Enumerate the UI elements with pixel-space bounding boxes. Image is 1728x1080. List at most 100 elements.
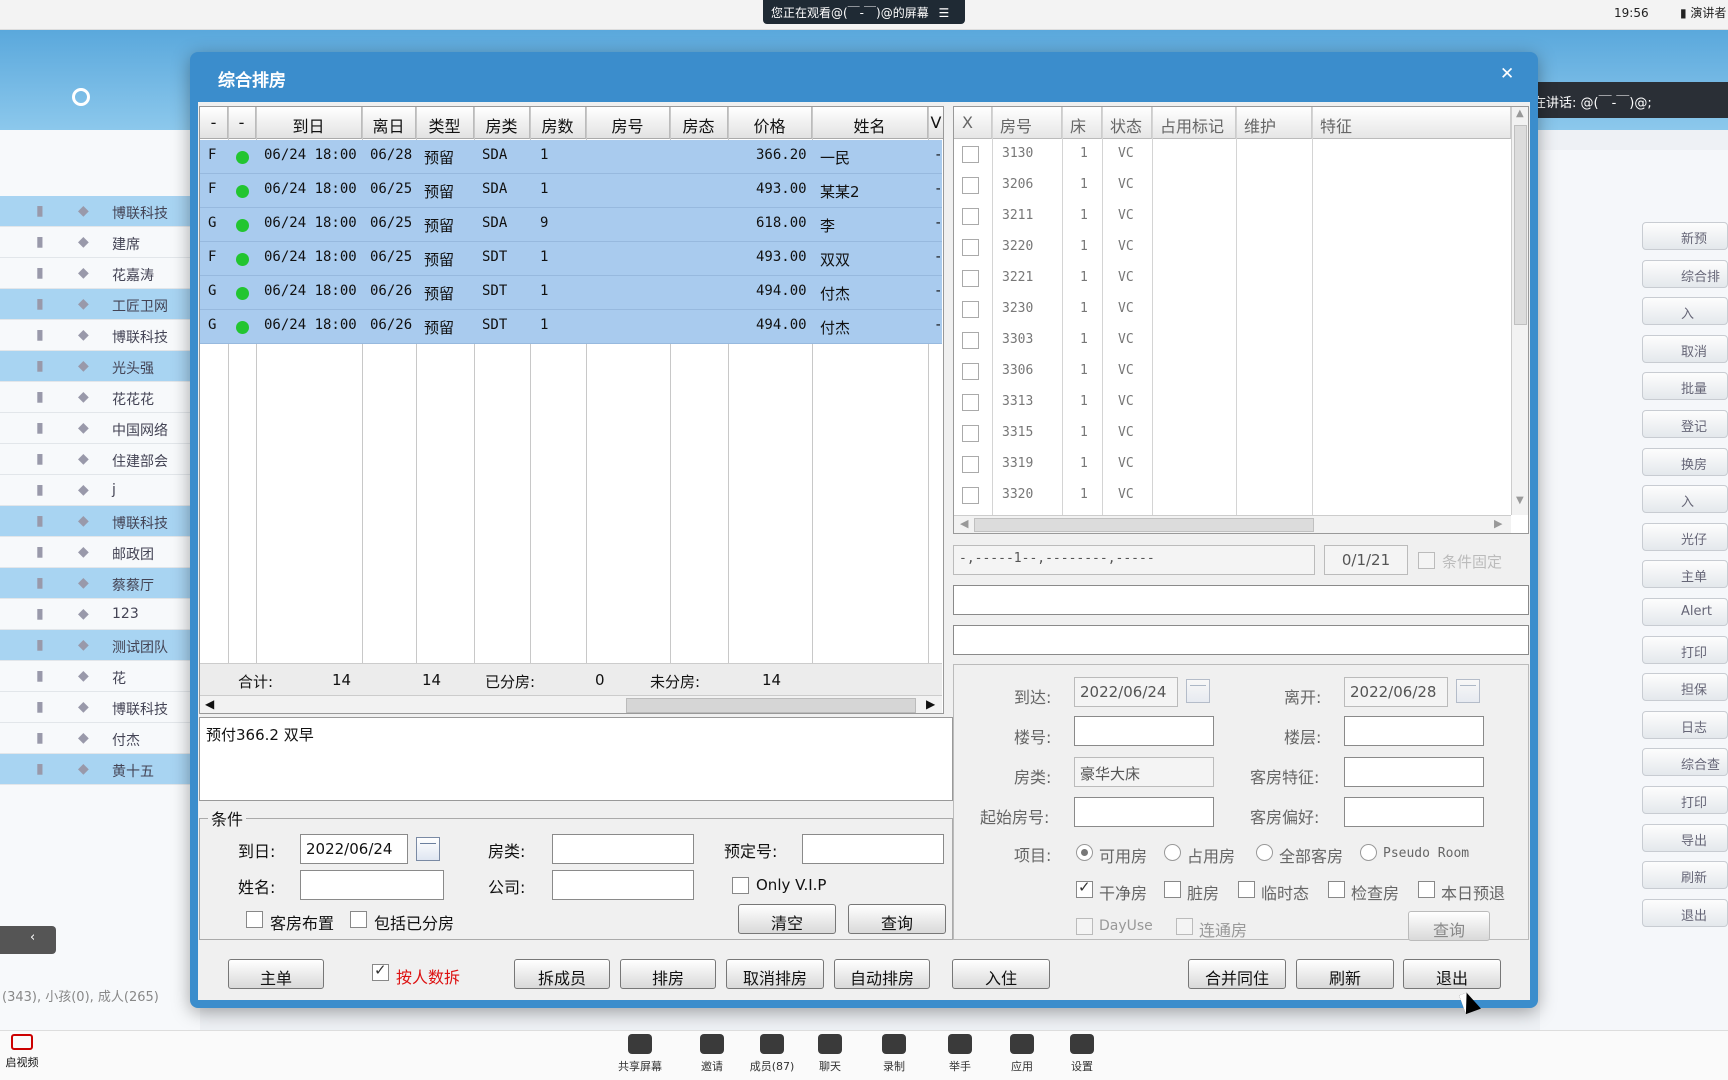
calendar-icon[interactable] xyxy=(416,837,440,861)
room-select-checkbox[interactable] xyxy=(962,146,979,163)
reservation-row[interactable]: F 06/24 18:00 06/28 预留 SDA 1 366.20 一民 - xyxy=(200,140,942,174)
item-radio[interactable] xyxy=(1360,844,1377,861)
background-list-row[interactable]: ▮ ◆ 建席 xyxy=(0,227,190,258)
preference-input[interactable] xyxy=(1344,797,1484,827)
room-select-checkbox[interactable] xyxy=(962,177,979,194)
room-column-header[interactable]: 特征 xyxy=(1312,107,1511,139)
room-select-checkbox[interactable] xyxy=(962,487,979,504)
room-table-vscroll[interactable]: ▲ ▼ xyxy=(1511,107,1528,515)
room-row[interactable]: 3319 1 VC xyxy=(954,449,1511,480)
room-select-checkbox[interactable] xyxy=(962,332,979,349)
room-select-checkbox[interactable] xyxy=(962,270,979,287)
background-side-button[interactable]: 综合排 xyxy=(1642,259,1728,288)
background-list-row[interactable]: ▮ ◆ 博联科技 xyxy=(0,692,190,723)
reservation-row[interactable]: G 06/24 18:00 06/25 预留 SDA 9 618.00 李 - xyxy=(200,208,942,242)
background-side-button[interactable]: 入 xyxy=(1642,485,1728,514)
background-side-button[interactable]: 登记 xyxy=(1642,410,1728,438)
column-header[interactable]: 价格 xyxy=(728,107,812,139)
room-state-checkbox[interactable] xyxy=(1328,881,1345,898)
clear-button[interactable]: 清空 xyxy=(738,904,836,934)
reservation-memo[interactable]: 预付366.2 双早 xyxy=(199,717,953,801)
room-row[interactable]: 3130 1 VC xyxy=(954,139,1511,170)
background-side-button[interactable]: 换房 xyxy=(1642,447,1728,476)
room-column-header[interactable]: 状态 xyxy=(1102,107,1152,139)
column-header[interactable]: 到日 xyxy=(256,107,362,139)
room-select-checkbox[interactable] xyxy=(962,425,979,442)
floor-input[interactable] xyxy=(1344,716,1484,746)
background-list-row[interactable]: ▮ ◆ 黄十五 xyxy=(0,754,190,785)
taskbar-item[interactable]: 共享屏幕 xyxy=(610,1034,670,1074)
room-select-checkbox[interactable] xyxy=(962,208,979,225)
column-header[interactable]: V xyxy=(928,107,943,139)
booking-no-input[interactable] xyxy=(802,834,944,864)
background-list-row[interactable]: ▮ ◆ 花 xyxy=(0,661,190,692)
split-by-person-checkbox[interactable] xyxy=(372,961,389,981)
background-list-row[interactable]: ▮ ◆ 工匠卫网 xyxy=(0,289,190,320)
video-toggle[interactable]: 启视频 xyxy=(2,1034,42,1070)
scroll-left-icon[interactable]: ◀ xyxy=(960,517,968,530)
item-radio[interactable] xyxy=(1076,844,1093,861)
room-row[interactable]: 3303 1 VC xyxy=(954,325,1511,356)
room-column-header[interactable]: X xyxy=(954,107,992,139)
scroll-right-icon[interactable]: ▶ xyxy=(1494,517,1502,530)
reservation-table-hscroll[interactable]: ◀ ▶ xyxy=(200,695,942,713)
background-list-row[interactable]: ▮ ◆ 中国网络 xyxy=(0,413,190,444)
room-select-checkbox[interactable] xyxy=(962,301,979,318)
merge-button[interactable]: 合并同住 xyxy=(1188,959,1286,989)
arrive-date-input[interactable]: 2022/06/24 xyxy=(300,834,408,864)
scroll-right-icon[interactable]: ▶ xyxy=(926,697,935,711)
room-column-header[interactable]: 维护 xyxy=(1236,107,1312,139)
room-row[interactable]: 3320 1 VC xyxy=(954,480,1511,511)
background-side-button[interactable]: 取消 xyxy=(1642,334,1728,363)
include-assigned-checkbox[interactable] xyxy=(350,911,367,928)
column-header[interactable]: 房数 xyxy=(530,107,586,139)
reservation-table[interactable]: - - 到日 离日 类型 房类 房数 房号 房态 价格 姓名 V F 06/24 18:00 06/28 预… xyxy=(199,106,944,714)
reservation-row[interactable]: F 06/24 18:00 06/25 预留 SDT 1 493.00 双双 - xyxy=(200,242,942,276)
cancel-assign-button[interactable]: 取消排房 xyxy=(726,959,824,989)
background-side-button[interactable]: 刷新 xyxy=(1642,861,1728,890)
taskbar-item[interactable]: 聊天 xyxy=(800,1034,860,1074)
background-list-row[interactable]: ▮ ◆ 花嘉涛 xyxy=(0,258,190,289)
layout-checkbox[interactable] xyxy=(246,911,263,928)
exit-button[interactable]: 退出 xyxy=(1403,959,1501,989)
background-list-row[interactable]: ▮ ◆ 蔡蔡厅 xyxy=(0,568,190,599)
room-type-input[interactable] xyxy=(552,834,694,864)
reservation-row[interactable]: F 06/24 18:00 06/25 预留 SDA 1 493.00 某某2 - xyxy=(200,174,942,208)
company-input[interactable] xyxy=(552,870,694,900)
room-select-checkbox[interactable] xyxy=(962,394,979,411)
room-row[interactable]: 3206 1 VC xyxy=(954,170,1511,201)
room-column-header[interactable]: 房号 xyxy=(992,107,1062,139)
background-side-button[interactable]: 新预 xyxy=(1642,222,1728,250)
refresh-button[interactable]: 刷新 xyxy=(1296,959,1394,989)
background-list-row[interactable]: ▮ ◆ 光头强 xyxy=(0,351,190,382)
background-side-button[interactable]: 批量 xyxy=(1642,372,1728,401)
column-header[interactable]: 房类 xyxy=(474,107,530,139)
scroll-thumb[interactable] xyxy=(974,518,1314,532)
scroll-thumb[interactable] xyxy=(626,698,916,713)
background-list-row[interactable]: ▮ ◆ 邮政团 xyxy=(0,537,190,568)
background-side-button[interactable]: 综合查 xyxy=(1642,748,1728,777)
background-list-row[interactable]: ▮ ◆ 博联科技 xyxy=(0,196,190,227)
room-state-checkbox[interactable] xyxy=(1418,881,1435,898)
column-header[interactable]: - xyxy=(228,107,256,139)
background-side-button[interactable]: 退出 xyxy=(1642,898,1728,927)
taskbar-item[interactable]: 应用 xyxy=(992,1034,1052,1074)
background-list-row[interactable]: ▮ ◆ 博联科技 xyxy=(0,506,190,537)
building-input[interactable] xyxy=(1074,716,1214,746)
auto-assign-button[interactable]: 自动排房 xyxy=(834,959,930,989)
split-member-button[interactable]: 拆成员 xyxy=(514,959,610,989)
room-column-header[interactable]: 床 xyxy=(1062,107,1102,139)
room-state-checkbox[interactable] xyxy=(1164,881,1181,898)
column-header[interactable]: 姓名 xyxy=(812,107,928,139)
taskbar-item[interactable]: 设置 xyxy=(1052,1034,1112,1074)
room-row[interactable]: 3211 1 VC xyxy=(954,201,1511,232)
background-side-button[interactable]: 入 xyxy=(1642,297,1728,326)
taskbar-item[interactable]: 录制 xyxy=(864,1034,924,1074)
column-header[interactable]: 房号 xyxy=(586,107,670,139)
scroll-up-icon[interactable]: ▲ xyxy=(1516,108,1524,119)
background-side-button[interactable]: Alert xyxy=(1642,598,1728,626)
scroll-left-icon[interactable]: ◀ xyxy=(205,697,214,711)
start-room-input[interactable] xyxy=(1074,797,1214,827)
info-field-1[interactable] xyxy=(953,585,1529,615)
assign-room-button[interactable]: 排房 xyxy=(620,959,716,989)
